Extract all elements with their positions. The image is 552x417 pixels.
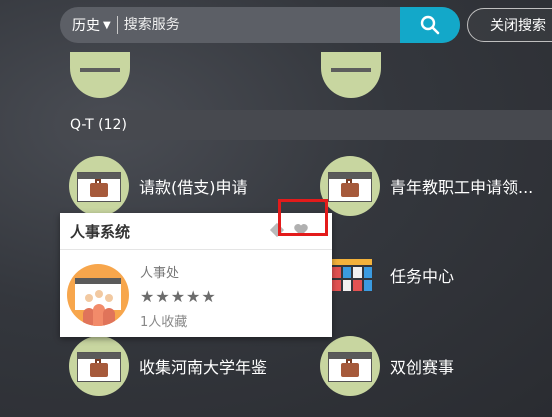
favorites-count: 1人收藏 (140, 315, 188, 330)
divider (116, 16, 118, 34)
search-input[interactable] (123, 7, 400, 43)
app-label: 收集河南大学年鉴 (139, 358, 268, 377)
people-icon (67, 264, 129, 326)
app-icon-partial[interactable] (70, 52, 130, 98)
section-title: Q-T (12) (70, 117, 127, 133)
popup-title: 人事系统 (70, 222, 131, 241)
briefcase-icon (69, 156, 129, 216)
star-rating: ★★★★★ (140, 287, 217, 306)
briefcase-icon (320, 336, 380, 396)
app-label: 双创赛事 (390, 358, 455, 377)
highlight-box (278, 199, 328, 236)
section-header: Q-T (12) (60, 110, 552, 140)
close-search-button[interactable]: 关闭搜索 (467, 8, 552, 42)
history-label: 历史 (72, 18, 100, 34)
briefcase-icon (69, 336, 129, 396)
app-label: 青年教职工申请领... (390, 178, 534, 197)
app-tile[interactable]: 双创赛事 (320, 336, 454, 396)
history-dropdown[interactable]: 历史 ▼ (60, 7, 111, 43)
search-bar: 历史 ▼ (60, 7, 460, 43)
search-icon (420, 15, 440, 35)
app-label: 请款(借支)申请 (139, 178, 248, 197)
app-tile[interactable]: 收集河南大学年鉴 (69, 336, 267, 396)
app-icon-partial[interactable] (321, 52, 381, 98)
department-label: 人事处 (140, 266, 180, 281)
app-tile[interactable]: 请款(借支)申请 (69, 156, 248, 216)
popup-body: 人事处 ★★★★★ 1人收藏 (60, 250, 332, 337)
briefcase-icon (320, 156, 380, 216)
caret-down-icon: ▼ (103, 19, 111, 31)
app-label: 任务中心 (390, 267, 455, 286)
search-button[interactable] (400, 7, 460, 43)
app-tile[interactable]: 任务中心 (320, 245, 454, 305)
app-tile[interactable]: 青年教职工申请领... (320, 156, 533, 216)
